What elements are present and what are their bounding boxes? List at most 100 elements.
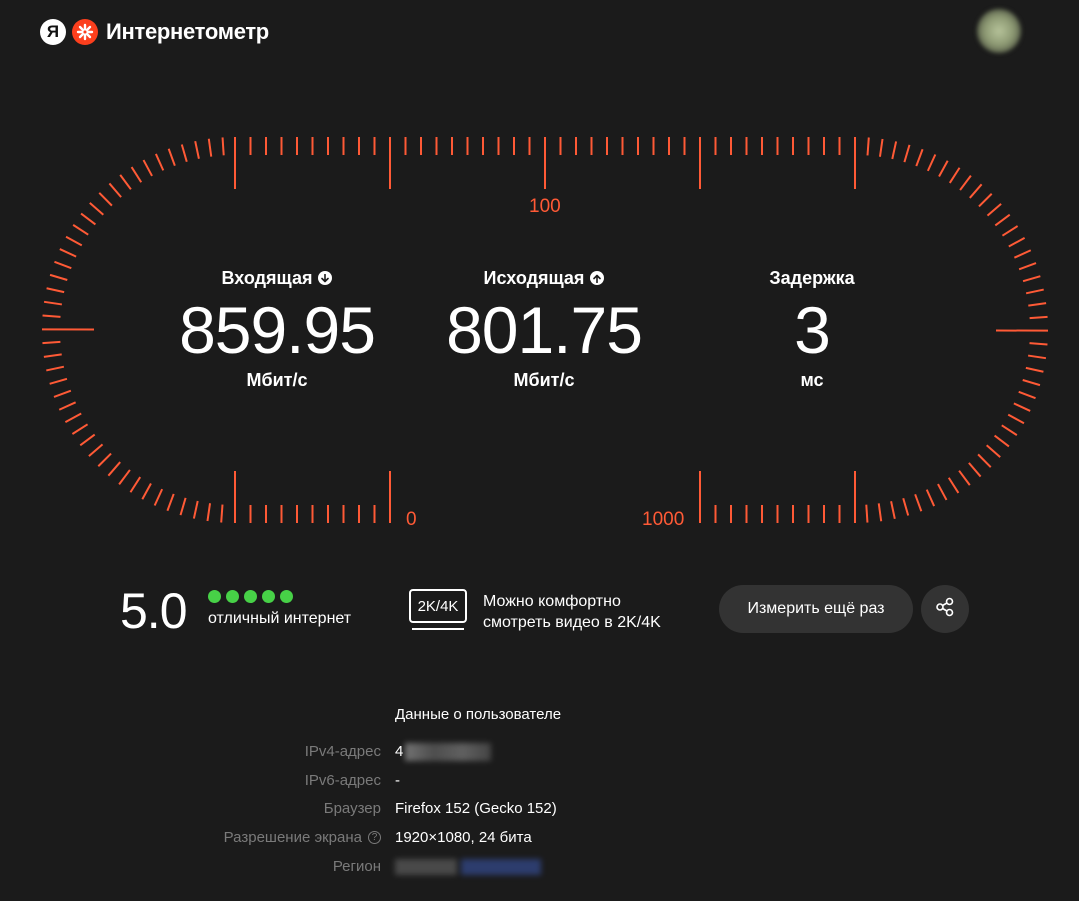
resolution-value: 1920×1080, 24 бита bbox=[395, 829, 532, 846]
video-description: Можно комфортно смотреть видео в 2K/4K bbox=[483, 591, 661, 633]
gauge-tick bbox=[43, 353, 62, 358]
help-icon[interactable]: ? bbox=[368, 831, 381, 844]
gauge-tick bbox=[154, 153, 165, 171]
user-data-row-ipv6: IPv6-адрес - bbox=[0, 772, 1079, 792]
region-value[interactable] bbox=[395, 858, 541, 876]
gauge-tick bbox=[1013, 249, 1032, 259]
rating-dot bbox=[244, 590, 257, 603]
gauge-tick bbox=[947, 477, 960, 494]
ipv6-value: - bbox=[395, 772, 400, 789]
avatar[interactable] bbox=[977, 9, 1021, 53]
gauge-tick bbox=[937, 483, 948, 501]
gauge-tick bbox=[1018, 262, 1037, 271]
latency-label-row: Задержка bbox=[682, 266, 942, 290]
gauge-tick bbox=[994, 213, 1011, 227]
latency-value: 3 bbox=[794, 293, 831, 367]
ipv4-label: IPv4-адрес bbox=[304, 743, 381, 760]
internetometer-logo-icon bbox=[72, 19, 98, 45]
gauge-tick bbox=[986, 444, 1001, 458]
share-button[interactable] bbox=[921, 585, 969, 633]
latency-label: Задержка bbox=[769, 267, 855, 288]
download-label: Входящая bbox=[221, 267, 313, 288]
user-data-row-ipv4: IPv4-адрес 4 bbox=[0, 743, 1079, 763]
gauge-tick bbox=[118, 469, 131, 485]
gauge-tick bbox=[1008, 237, 1026, 248]
gauge-tick bbox=[58, 401, 77, 411]
gauge-tick bbox=[49, 273, 68, 281]
measure-again-button[interactable]: Измерить ещё раз bbox=[719, 585, 913, 633]
video-line-1: Можно комфортно bbox=[483, 593, 621, 610]
gauge-tick bbox=[206, 503, 212, 522]
download-value: 859.95 bbox=[179, 293, 376, 367]
gauge-tick bbox=[938, 160, 949, 177]
upload-metric: Исходящая 801.75 Мбит/с bbox=[414, 266, 674, 391]
gauge-label-100: 100 bbox=[529, 196, 561, 217]
rating-score: 5.0 bbox=[120, 583, 188, 639]
gauge-tick bbox=[1022, 275, 1041, 283]
user-data-row-resolution: Разрешение экрана ? 1920×1080, 24 бита bbox=[0, 829, 1079, 849]
gauge-tick bbox=[220, 504, 224, 523]
gauge-tick bbox=[142, 159, 153, 177]
gauge-tick bbox=[65, 235, 83, 247]
gauge-tick bbox=[194, 140, 200, 159]
download-metric: Входящая 859.95 Мбит/с bbox=[147, 266, 407, 391]
gauge-tick bbox=[80, 212, 97, 226]
user-data-row-region: Регион bbox=[0, 858, 1079, 878]
rating-dot bbox=[262, 590, 275, 603]
gauge-tick bbox=[915, 148, 924, 167]
gauge-tick bbox=[1027, 354, 1047, 360]
gauge-tick bbox=[891, 141, 898, 160]
redacted-region-link[interactable] bbox=[461, 859, 541, 876]
gauge-tick bbox=[97, 452, 112, 467]
rating-dot bbox=[226, 590, 239, 603]
gauge-tick bbox=[141, 483, 152, 500]
arrow-up-icon bbox=[590, 271, 605, 285]
gauge-tick bbox=[54, 260, 72, 270]
gauge-tick bbox=[71, 423, 89, 435]
gauge-tick bbox=[167, 148, 176, 167]
upload-label: Исходящая bbox=[483, 267, 585, 288]
gauge-tick bbox=[866, 137, 870, 156]
arrow-down-icon bbox=[318, 271, 333, 285]
gauge-tick bbox=[59, 248, 77, 258]
rating-dot bbox=[280, 590, 293, 603]
ipv4-value[interactable]: 4 bbox=[395, 743, 492, 762]
video-line-2: смотреть видео в 2K/4K bbox=[483, 614, 661, 631]
gauge-tick bbox=[1018, 390, 1036, 400]
upload-label-row: Исходящая bbox=[414, 266, 674, 290]
latency-metric: Задержка 3 мс bbox=[682, 266, 942, 391]
rating-dot bbox=[208, 590, 221, 603]
gauge-tick bbox=[978, 193, 993, 208]
gauge-tick bbox=[49, 377, 68, 385]
gauge-tick bbox=[129, 476, 142, 493]
gauge-tick bbox=[1022, 379, 1041, 387]
gauge-tick bbox=[72, 224, 89, 236]
gauge-tick bbox=[968, 462, 982, 478]
gauge-tick bbox=[977, 453, 992, 468]
gauge-tick bbox=[914, 493, 923, 512]
gauge-tick bbox=[88, 443, 104, 457]
share-icon bbox=[935, 597, 955, 622]
app-title[interactable]: Интернетометр bbox=[106, 19, 269, 45]
monitor-stand bbox=[412, 628, 464, 630]
gauge-tick bbox=[89, 202, 104, 216]
browser-value: Firefox 152 (Gecko 152) bbox=[395, 800, 557, 817]
gauge-tick bbox=[98, 192, 113, 207]
gauge-tick bbox=[42, 340, 61, 345]
user-data-title: Данные о пользователе bbox=[395, 706, 562, 723]
gauge-tick bbox=[42, 314, 61, 318]
gauge-tick bbox=[865, 504, 869, 523]
yandex-logo[interactable]: Я bbox=[40, 19, 66, 45]
user-data-row-browser: Браузер Firefox 152 (Gecko 152) bbox=[0, 800, 1079, 820]
gauge-tick bbox=[46, 365, 65, 372]
browser-label: Браузер bbox=[323, 800, 381, 817]
gauge-tick bbox=[890, 501, 896, 520]
gauge-tick bbox=[107, 461, 121, 477]
download-unit: Мбит/с bbox=[246, 370, 308, 390]
gauge-tick bbox=[192, 500, 199, 519]
gauge-tick bbox=[926, 154, 937, 172]
gauge-label-0: 0 bbox=[406, 509, 417, 530]
redacted-region bbox=[395, 859, 457, 876]
gauge-tick bbox=[207, 138, 213, 157]
gauge-tick bbox=[959, 175, 972, 191]
